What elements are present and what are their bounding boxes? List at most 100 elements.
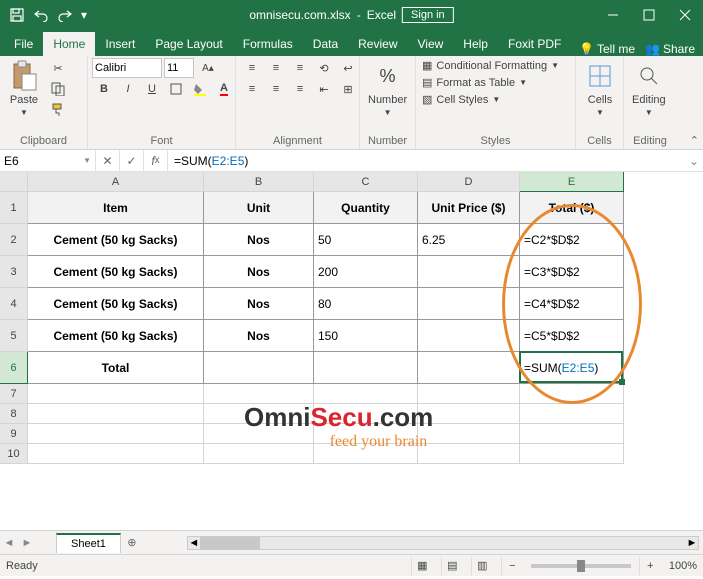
align-left-icon[interactable]: ≡ <box>240 79 264 99</box>
underline-icon[interactable]: U <box>140 79 164 99</box>
cell-B2[interactable]: Nos <box>204 224 314 256</box>
cell-D2[interactable]: 6.25 <box>418 224 520 256</box>
number-format-button[interactable]: % Number ▼ <box>364 58 411 119</box>
font-color-icon[interactable]: A <box>212 79 236 99</box>
cell-E9[interactable] <box>520 424 624 444</box>
wrap-text-icon[interactable]: ↩ <box>336 58 360 78</box>
minimize-icon[interactable] <box>595 0 631 30</box>
cell-E4[interactable]: =C4*$D$2 <box>520 288 624 320</box>
expand-formula-bar-icon[interactable]: ⌄ <box>685 150 703 171</box>
qat-customize-icon[interactable]: ▾ <box>78 4 90 26</box>
format-as-table-button[interactable]: ▤Format as Table ▼ <box>420 75 529 90</box>
row-header-8[interactable]: 8 <box>0 404 28 424</box>
zoom-in-icon[interactable]: + <box>639 557 661 575</box>
row-header-3[interactable]: 3 <box>0 256 28 288</box>
row-header-4[interactable]: 4 <box>0 288 28 320</box>
cell-E1[interactable]: Total ($) <box>520 192 624 224</box>
font-size-input[interactable] <box>164 58 194 78</box>
cell-C5[interactable]: 150 <box>314 320 418 352</box>
tab-formulas[interactable]: Formulas <box>233 32 303 56</box>
cell-A7[interactable] <box>28 384 204 404</box>
bold-icon[interactable]: B <box>92 79 116 99</box>
cell-A8[interactable] <box>28 404 204 424</box>
cell-C3[interactable]: 200 <box>314 256 418 288</box>
cells-button[interactable]: Cells ▼ <box>580 58 620 119</box>
cell-B9[interactable] <box>204 424 314 444</box>
redo-icon[interactable] <box>54 4 76 26</box>
cell-D8[interactable] <box>418 404 520 424</box>
cell-C9[interactable] <box>314 424 418 444</box>
col-header-B[interactable]: B <box>204 172 314 192</box>
cell-C10[interactable] <box>314 444 418 464</box>
cell-B6[interactable] <box>204 352 314 384</box>
cell-D5[interactable] <box>418 320 520 352</box>
cell-C7[interactable] <box>314 384 418 404</box>
maximize-icon[interactable] <box>631 0 667 30</box>
row-header-10[interactable]: 10 <box>0 444 28 464</box>
cell-C4[interactable]: 80 <box>314 288 418 320</box>
cell-A9[interactable] <box>28 424 204 444</box>
cell-E10[interactable] <box>520 444 624 464</box>
row-header-5[interactable]: 5 <box>0 320 28 352</box>
cell-E5[interactable]: =C5*$D$2 <box>520 320 624 352</box>
col-header-D[interactable]: D <box>418 172 520 192</box>
cell-B3[interactable]: Nos <box>204 256 314 288</box>
fx-icon[interactable]: fx <box>144 150 168 171</box>
cell-C1[interactable]: Quantity <box>314 192 418 224</box>
tab-page-layout[interactable]: Page Layout <box>145 32 232 56</box>
fill-color-icon[interactable] <box>188 79 212 99</box>
cell-A2[interactable]: Cement (50 kg Sacks) <box>28 224 204 256</box>
cell-E6[interactable]: =SUM(E2:E5) <box>520 352 624 384</box>
tab-insert[interactable]: Insert <box>95 32 145 56</box>
normal-view-icon[interactable]: ▦ <box>411 557 433 575</box>
cell-D7[interactable] <box>418 384 520 404</box>
cell-A4[interactable]: Cement (50 kg Sacks) <box>28 288 204 320</box>
format-painter-icon[interactable] <box>46 100 70 120</box>
cut-icon[interactable]: ✂ <box>46 58 70 78</box>
cell-styles-button[interactable]: ▧Cell Styles ▼ <box>420 92 502 107</box>
tell-me-button[interactable]: 💡 Tell me <box>579 42 635 56</box>
add-sheet-icon[interactable]: ⊕ <box>121 532 143 554</box>
enter-formula-icon[interactable]: ✓ <box>120 150 144 171</box>
cell-D4[interactable] <box>418 288 520 320</box>
decrease-indent-icon[interactable]: ⇤ <box>312 79 336 99</box>
cell-B7[interactable] <box>204 384 314 404</box>
editing-button[interactable]: Editing ▼ <box>628 58 670 119</box>
cell-D9[interactable] <box>418 424 520 444</box>
page-break-view-icon[interactable]: ▥ <box>471 557 493 575</box>
tab-home[interactable]: Home <box>43 32 95 56</box>
row-header-9[interactable]: 9 <box>0 424 28 444</box>
tab-view[interactable]: View <box>408 32 454 56</box>
collapse-ribbon-icon[interactable]: ⌃ <box>690 134 699 147</box>
col-header-A[interactable]: A <box>28 172 204 192</box>
cell-C2[interactable]: 50 <box>314 224 418 256</box>
row-header-7[interactable]: 7 <box>0 384 28 404</box>
signin-button[interactable]: Sign in <box>402 7 454 23</box>
align-bottom-icon[interactable]: ≡ <box>288 58 312 78</box>
cell-E2[interactable]: =C2*$D$2 <box>520 224 624 256</box>
cell-D3[interactable] <box>418 256 520 288</box>
row-header-6[interactable]: 6 <box>0 352 28 384</box>
cell-E7[interactable] <box>520 384 624 404</box>
cell-B1[interactable]: Unit <box>204 192 314 224</box>
align-center-icon[interactable]: ≡ <box>264 79 288 99</box>
row-header-1[interactable]: 1 <box>0 192 28 224</box>
cell-A6[interactable]: Total <box>28 352 204 384</box>
tab-file[interactable]: File <box>4 32 43 56</box>
zoom-out-icon[interactable]: − <box>501 557 523 575</box>
merge-icon[interactable]: ⊞ <box>336 79 360 99</box>
align-top-icon[interactable]: ≡ <box>240 58 264 78</box>
cell-A10[interactable] <box>28 444 204 464</box>
conditional-formatting-button[interactable]: ▦Conditional Formatting ▼ <box>420 58 561 73</box>
align-right-icon[interactable]: ≡ <box>288 79 312 99</box>
zoom-slider[interactable] <box>531 564 631 568</box>
col-header-C[interactable]: C <box>314 172 418 192</box>
sheet-tab[interactable]: Sheet1 <box>56 533 121 553</box>
close-icon[interactable] <box>667 0 703 30</box>
align-middle-icon[interactable]: ≡ <box>264 58 288 78</box>
border-icon[interactable] <box>164 79 188 99</box>
tab-data[interactable]: Data <box>303 32 348 56</box>
cancel-formula-icon[interactable]: ✕ <box>96 150 120 171</box>
cell-E3[interactable]: =C3*$D$2 <box>520 256 624 288</box>
cell-B4[interactable]: Nos <box>204 288 314 320</box>
